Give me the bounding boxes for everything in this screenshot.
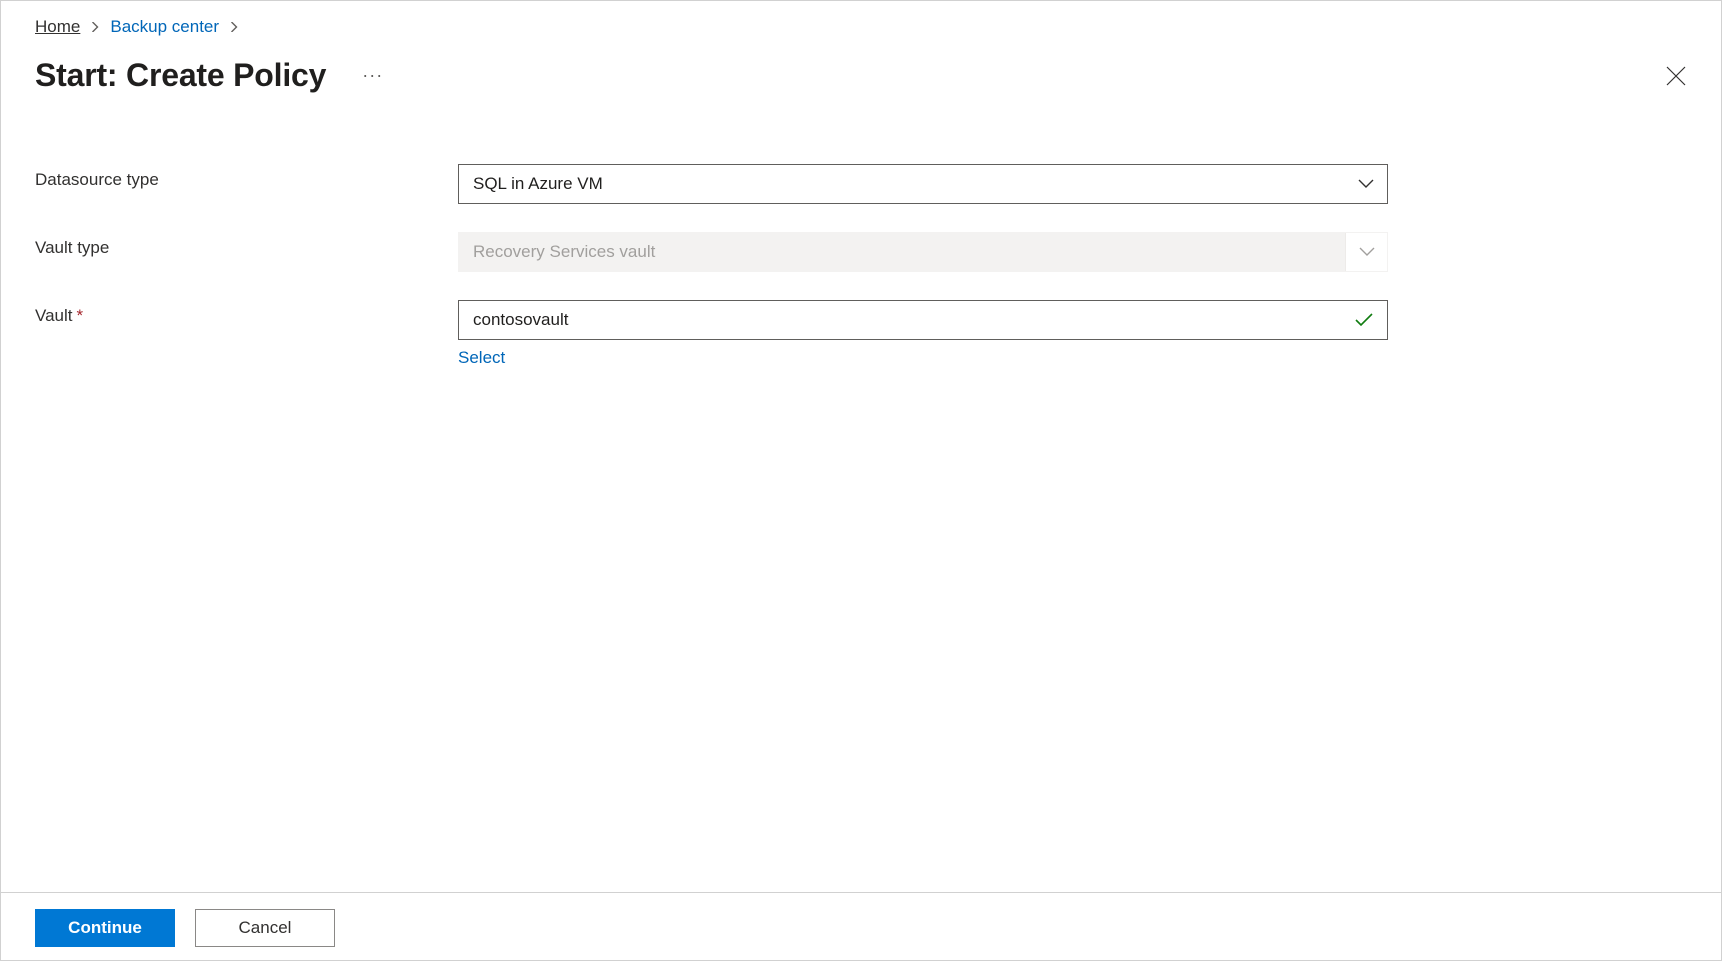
vault-label: Vault* [35, 300, 458, 326]
chevron-down-icon [1358, 179, 1374, 189]
datasource-type-row: Datasource type SQL in Azure VM [35, 164, 1687, 204]
chevron-right-icon [90, 22, 100, 32]
form-area: Datasource type SQL in Azure VM Vault ty… [35, 164, 1687, 368]
continue-button[interactable]: Continue [35, 909, 175, 947]
vault-value: contosovault [473, 310, 1355, 330]
vault-type-select: Recovery Services vault [458, 232, 1388, 272]
page-header: Start: Create Policy ··· [35, 57, 1687, 94]
vault-type-value: Recovery Services vault [473, 242, 1345, 262]
required-asterisk: * [77, 306, 84, 325]
chevron-down-icon [1359, 247, 1375, 257]
datasource-type-select[interactable]: SQL in Azure VM [458, 164, 1388, 204]
datasource-type-value: SQL in Azure VM [473, 174, 1345, 194]
vault-input[interactable]: contosovault [458, 300, 1388, 340]
footer-bar: Continue Cancel [1, 892, 1721, 960]
breadcrumb: Home Backup center [35, 17, 1687, 37]
more-actions-icon[interactable]: ··· [362, 65, 383, 86]
datasource-type-label: Datasource type [35, 164, 458, 190]
vault-type-label: Vault type [35, 232, 458, 258]
vault-type-row: Vault type Recovery Services vault [35, 232, 1687, 272]
page-title: Start: Create Policy [35, 57, 326, 94]
vault-row: Vault* contosovault Select [35, 300, 1687, 368]
vault-select-link[interactable]: Select [458, 348, 505, 368]
chevron-right-icon [229, 22, 239, 32]
breadcrumb-home-link[interactable]: Home [35, 17, 80, 37]
checkmark-icon [1355, 313, 1373, 327]
close-icon[interactable] [1665, 65, 1687, 87]
breadcrumb-backup-center-link[interactable]: Backup center [110, 17, 219, 37]
cancel-button[interactable]: Cancel [195, 909, 335, 947]
